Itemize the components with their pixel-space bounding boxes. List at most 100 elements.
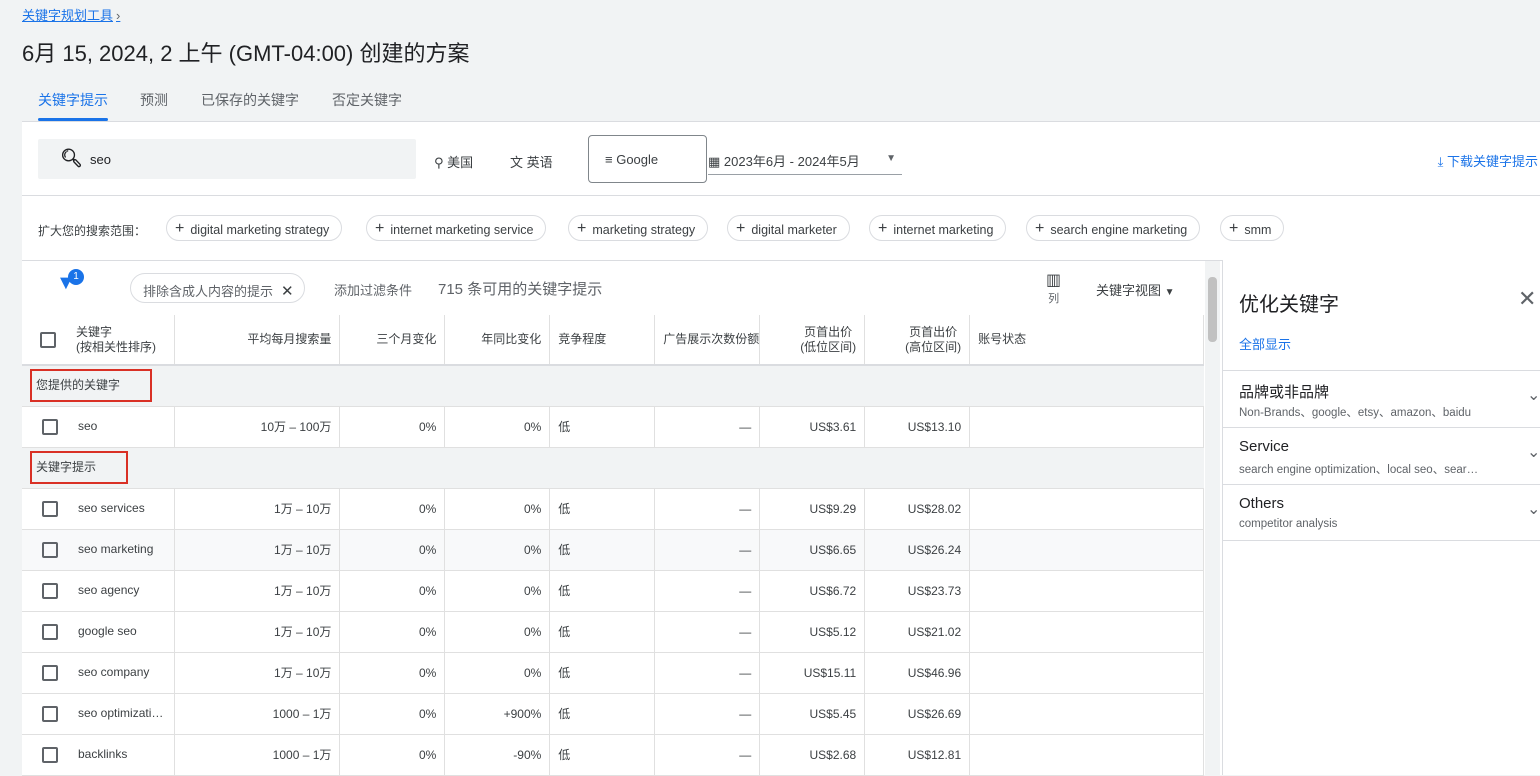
- keyword: seo services: [78, 500, 145, 515]
- page-title: 6月 15, 2024, 2 上午 (GMT-04:00) 创建的方案: [22, 41, 470, 66]
- download-label: 下载关键字提示: [1446, 154, 1538, 169]
- row-checkbox[interactable]: [42, 664, 58, 681]
- columns-label: 列: [1048, 293, 1060, 305]
- calendar-icon: ▦: [708, 154, 724, 169]
- bid-high: US$12.81: [907, 747, 962, 762]
- row-checkbox[interactable]: [42, 541, 58, 558]
- column-header[interactable]: 页首出价 (低位区间): [759, 315, 866, 366]
- broaden-chip[interactable]: + digital marketer: [727, 215, 850, 241]
- close-icon[interactable]: ✕: [1518, 286, 1536, 312]
- plus-icon: +: [1035, 220, 1045, 237]
- competition: 低: [558, 748, 571, 762]
- keyword: seo optimizati…: [78, 705, 164, 720]
- impression-share: —: [739, 583, 752, 598]
- filter-chip-adult[interactable]: 排除含成人内容的提示 ✕: [130, 273, 305, 303]
- chevron-down-icon: ⌄: [1527, 444, 1540, 461]
- keyword-table: 关键字 (按相关性排序) 平均每月搜索量 三个月变化 年同比变化 竞争程度 广告展示次数份…: [22, 315, 1204, 776]
- search-network-selector[interactable]: ≡ Google: [588, 135, 707, 183]
- competition: 低: [558, 420, 571, 434]
- table-row[interactable]: backlinks 1000 – 1万 0% -90% 低 — US$2.68 US$12.8…: [22, 734, 1204, 776]
- column-header[interactable]: 页首出价 (高位区间): [864, 315, 971, 366]
- refine-item[interactable]: 品牌或非品牌 Non-Brands、google、etsy、amazon、baid…: [1223, 370, 1540, 427]
- search-input[interactable]: 🔍︎ seo: [38, 139, 416, 179]
- plus-icon: +: [577, 220, 587, 237]
- result-count: 715 条可用的关键字提示: [438, 281, 603, 298]
- keyword-view-selector[interactable]: 关键字视图 ▼: [1096, 280, 1175, 299]
- tab-keyword-ideas[interactable]: 关键字提示: [38, 90, 108, 110]
- column-header[interactable]: 账号状态: [969, 315, 1204, 366]
- show-all-link[interactable]: 全部显示: [1239, 334, 1291, 353]
- column-header[interactable]: 关键字 (按相关性排序): [22, 315, 176, 366]
- broaden-chip[interactable]: + search engine marketing: [1026, 215, 1201, 241]
- tab-saved-keywords[interactable]: 已保存的关键字: [201, 90, 299, 110]
- row-checkbox[interactable]: [42, 500, 58, 517]
- table-row[interactable]: seo optimizati… 1000 – 1万 0% +900% 低 — US$5.45…: [22, 693, 1204, 735]
- bid-high: US$21.02: [907, 624, 962, 639]
- tab-negative-keywords[interactable]: 否定关键字: [332, 90, 402, 110]
- avg-monthly-searches: 1万 – 10万: [274, 625, 332, 639]
- tab-forecast[interactable]: 预测: [140, 90, 168, 110]
- broaden-chip[interactable]: + internet marketing: [869, 215, 1007, 241]
- table-row[interactable]: google seo 1万 – 10万 0% 0% 低 — US$5.12 US$21.02: [22, 611, 1204, 653]
- table-row[interactable]: seo agency 1万 – 10万 0% 0% 低 — US$6.72 US$23.73: [22, 570, 1204, 612]
- location-selector[interactable]: ⚲ 美国: [434, 152, 473, 171]
- broaden-chip[interactable]: + digital marketing strategy: [166, 215, 343, 241]
- impression-share: —: [739, 501, 752, 516]
- row-checkbox[interactable]: [42, 623, 58, 640]
- broaden-chip[interactable]: + marketing strategy: [568, 215, 709, 241]
- broaden-chip[interactable]: + smm: [1220, 215, 1285, 241]
- select-all-checkbox[interactable]: [40, 331, 56, 348]
- date-range-selector[interactable]: ▦ 2023年6月 - 2024年5月 ▼: [708, 151, 902, 175]
- table-row[interactable]: seo 10万 – 100万 0% 0% 低 — US$3.61 US$13.10: [22, 406, 1204, 448]
- broaden-chip[interactable]: + internet marketing service: [366, 215, 547, 241]
- yoy-change: 0%: [523, 583, 542, 598]
- close-icon[interactable]: ✕: [281, 283, 294, 300]
- column-header[interactable]: 平均每月搜索量: [174, 315, 341, 366]
- add-filter-button[interactable]: 添加过滤条件: [334, 280, 412, 299]
- download-button[interactable]: ⤓ 下载关键字提示: [1438, 151, 1538, 170]
- group-label: 关键字提示: [30, 451, 129, 484]
- plus-icon: +: [375, 220, 385, 237]
- impression-share: —: [739, 542, 752, 557]
- broaden-label: 扩大您的搜索范围：: [38, 224, 147, 238]
- refine-item-subtitle: Non-Brands、google、etsy、amazon、baidu: [1239, 407, 1472, 419]
- table-row[interactable]: seo company 1万 – 10万 0% 0% 低 — US$15.11 US$46.9…: [22, 652, 1204, 694]
- column-header[interactable]: 竞争程度: [549, 315, 656, 366]
- avg-monthly-searches: 1万 – 10万: [274, 666, 332, 680]
- scrollbar-thumb[interactable]: [1208, 277, 1217, 342]
- refine-item-subtitle: competitor analysis: [1239, 518, 1338, 530]
- columns-button[interactable]: ▥ 列: [1046, 270, 1061, 306]
- row-checkbox[interactable]: [42, 746, 58, 763]
- column-header[interactable]: 广告展示次数份额: [654, 315, 761, 366]
- yoy-change: 0%: [523, 501, 542, 516]
- bid-low: US$2.68: [809, 747, 857, 762]
- table-row[interactable]: seo marketing 1万 – 10万 0% 0% 低 — US$6.65 US$26.…: [22, 529, 1204, 571]
- language-selector[interactable]: 文 英语: [510, 152, 553, 171]
- table-row[interactable]: seo services 1万 – 10万 0% 0% 低 — US$9.29 US$28.0…: [22, 488, 1204, 530]
- bid-high: US$13.10: [907, 419, 962, 434]
- keyword: seo: [78, 418, 98, 433]
- column-header-label: 平均每月搜索量: [247, 332, 332, 347]
- filter-chip-label: 排除含成人内容的提示: [143, 284, 274, 299]
- breadcrumb-link[interactable]: 关键字规划工具: [22, 8, 113, 23]
- three-month-change: 0%: [419, 542, 437, 557]
- column-header[interactable]: 三个月变化: [339, 315, 446, 366]
- row-checkbox[interactable]: [42, 582, 58, 599]
- row-checkbox[interactable]: [42, 705, 58, 722]
- search-value[interactable]: seo: [90, 152, 111, 167]
- impression-share: —: [739, 624, 752, 639]
- filter-count-badge: 1: [68, 269, 84, 285]
- refine-item[interactable]: Service search engine optimization、local …: [1223, 427, 1540, 484]
- competition: 低: [558, 543, 571, 557]
- columns-icon: ▥: [1046, 272, 1062, 289]
- breadcrumb[interactable]: 关键字规划工具 ›: [22, 5, 120, 24]
- row-checkbox[interactable]: [42, 418, 58, 435]
- refine-item[interactable]: Others competitor analysis ⌄: [1223, 484, 1540, 541]
- chip-label: internet marketing: [893, 223, 994, 237]
- keyword: seo marketing: [78, 541, 154, 556]
- yoy-change: 0%: [523, 419, 542, 434]
- column-header[interactable]: 年同比变化: [444, 315, 551, 366]
- column-header-label: 账号状态: [978, 332, 1027, 347]
- bid-low: US$5.12: [809, 624, 857, 639]
- keyword: seo company: [78, 664, 150, 679]
